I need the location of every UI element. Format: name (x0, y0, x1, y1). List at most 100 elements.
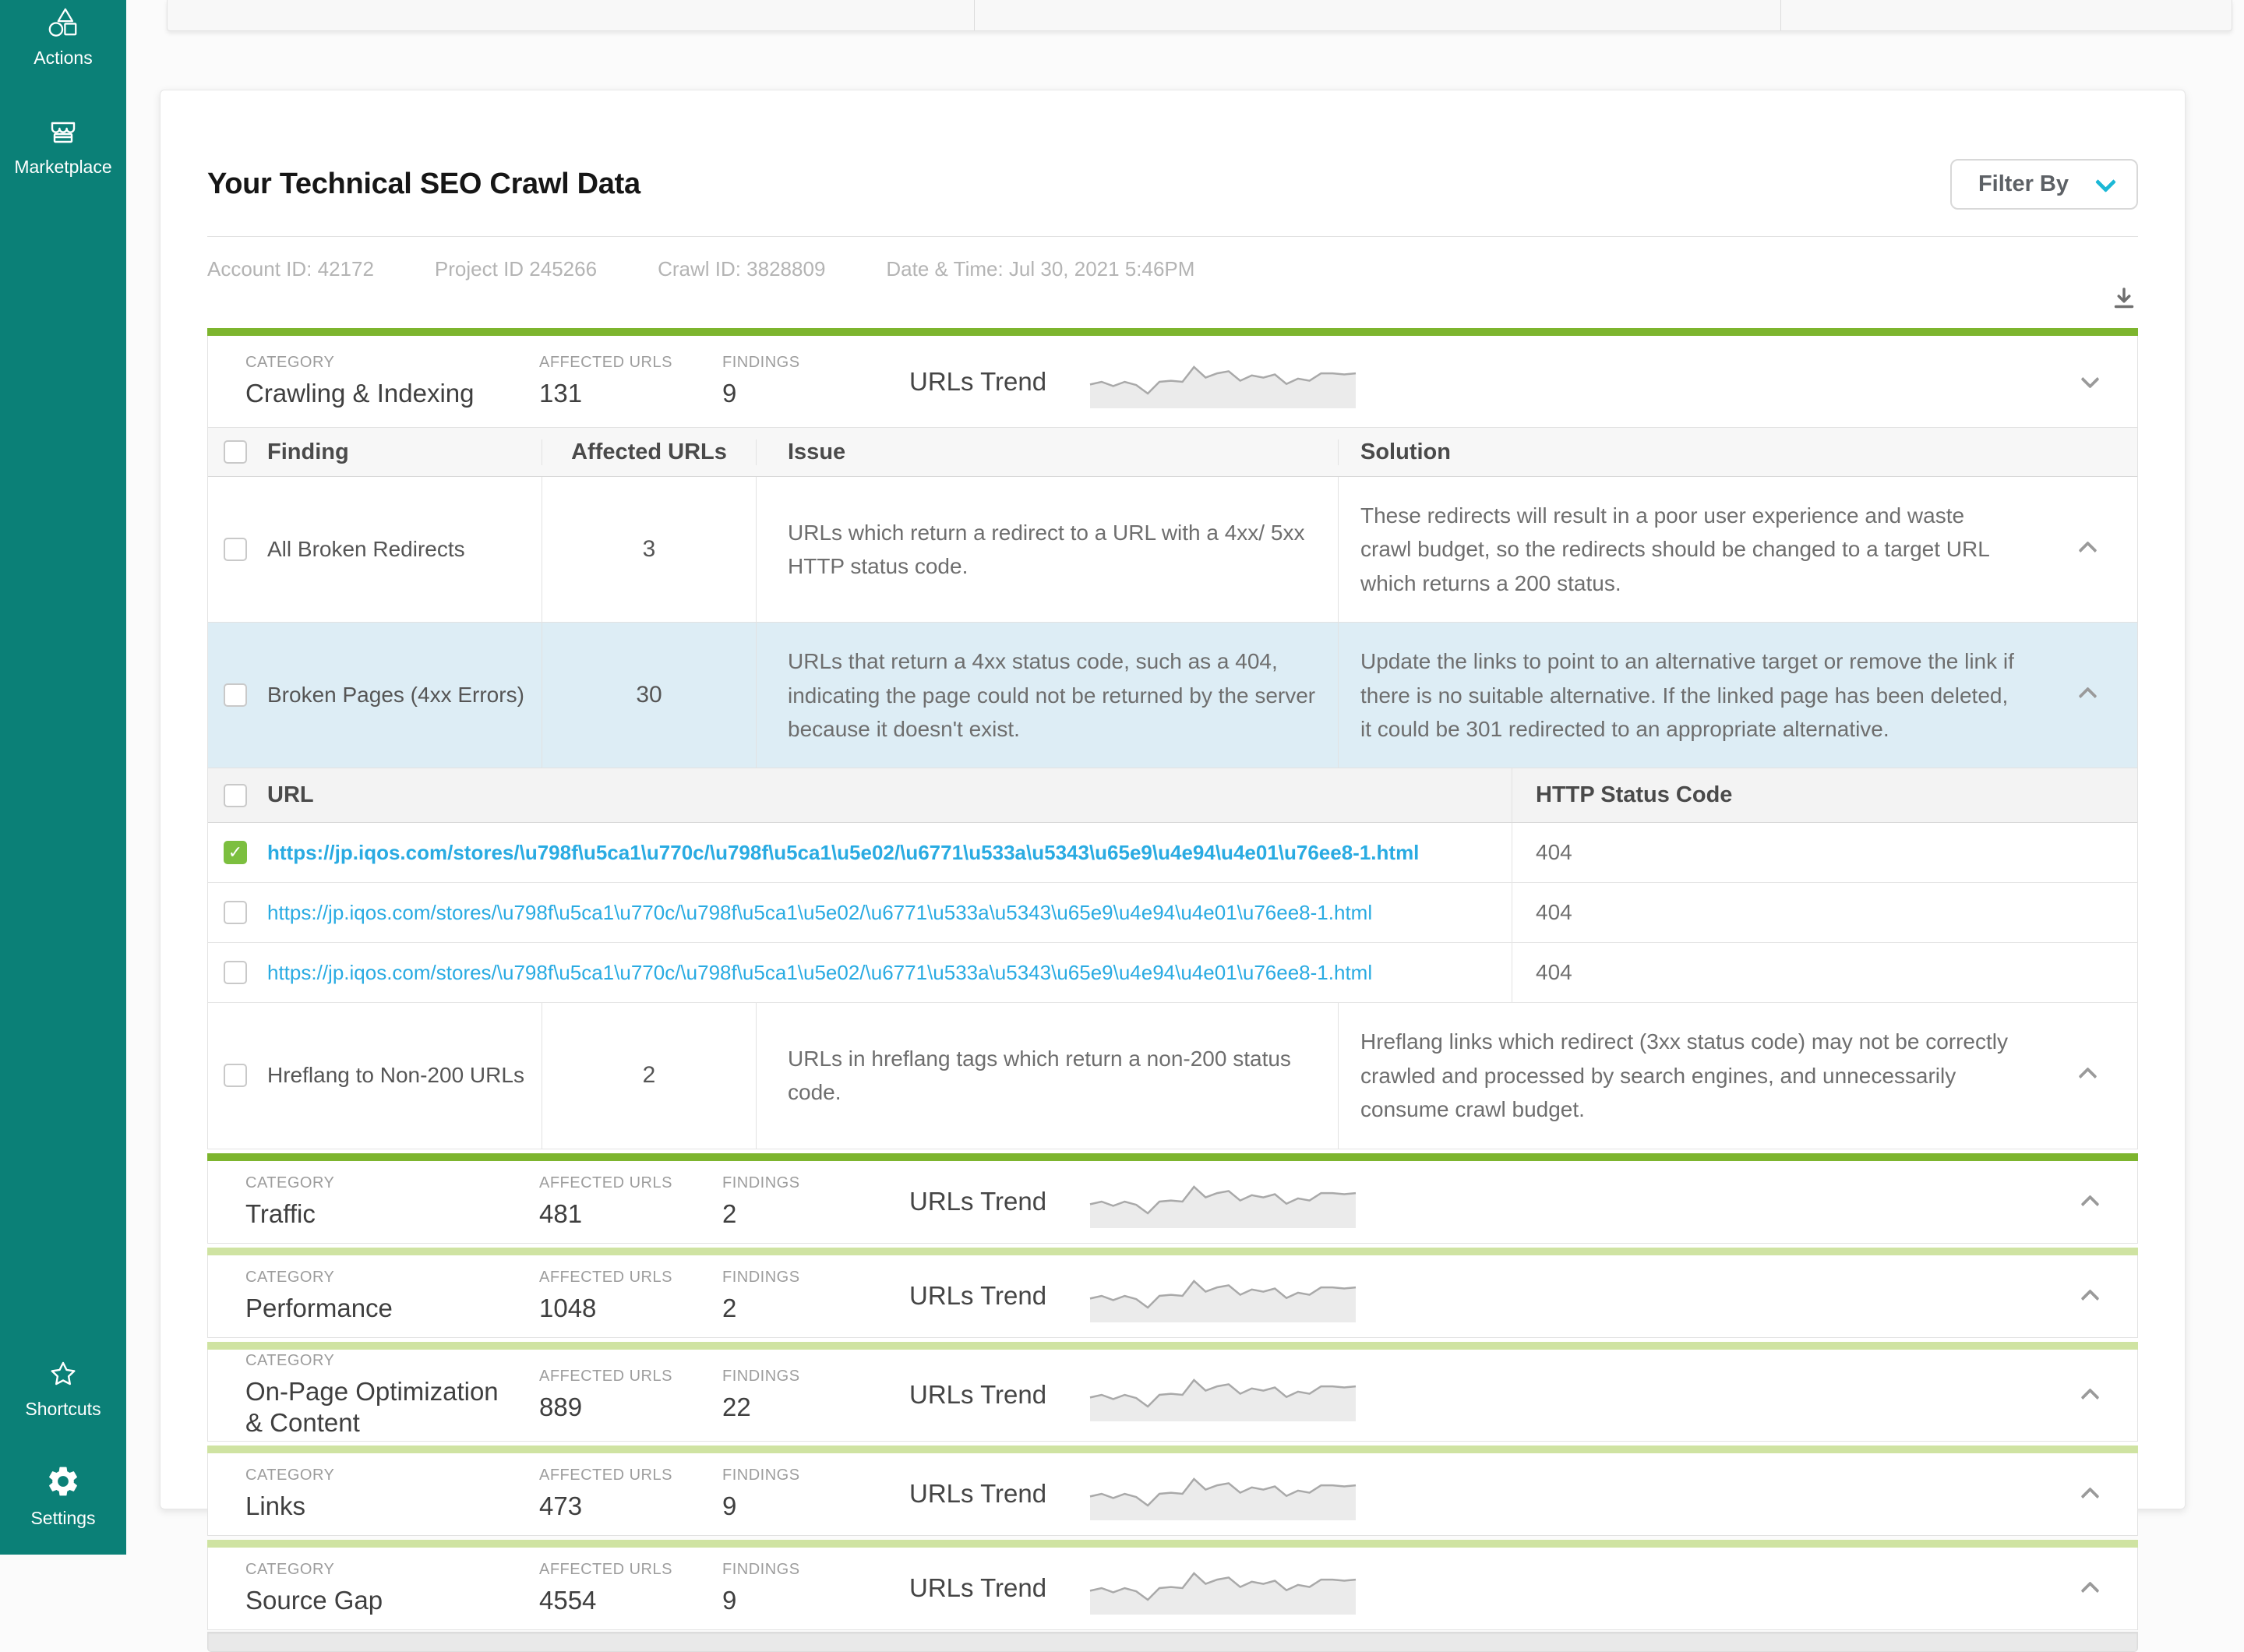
column-header-finding: Finding (267, 439, 349, 465)
sidebar-item-label: Actions (0, 48, 126, 69)
select-all-checkbox[interactable] (224, 440, 247, 464)
category-card-performance: CATEGORY Performance AFFECTED URLS 1048 … (207, 1248, 2138, 1338)
url-link[interactable]: https://jp.iqos.com/stores/\u798f\u5ca1\… (267, 901, 1372, 925)
divider (207, 236, 2138, 237)
category-accent-bar (207, 1540, 2138, 1548)
download-icon (2110, 284, 2138, 312)
finding-row-hreflang-non-200[interactable]: Hreflang to Non-200 URLs 2 URLs in hrefl… (208, 1003, 2137, 1148)
affected-urls-value: 889 (539, 1392, 722, 1423)
url-link[interactable]: https://jp.iqos.com/stores/\u798f\u5ca1\… (267, 841, 1419, 865)
column-header-http-status: HTTP Status Code (1536, 782, 1732, 808)
category-name: Traffic (245, 1198, 514, 1230)
finding-row-broken-pages-4xx[interactable]: Broken Pages (4xx Errors) 30 URLs that r… (208, 623, 2137, 768)
category-header-row[interactable]: CATEGORY Links AFFECTED URLS 473 FINDING… (208, 1453, 2137, 1535)
column-header-affected-urls: Affected URLs (571, 439, 727, 465)
category-name: Crawling & Indexing (245, 378, 514, 409)
chevron-down-icon[interactable] (2080, 370, 2099, 389)
findings-label: FINDINGS (722, 1368, 909, 1385)
url-checkbox[interactable] (224, 961, 247, 984)
sidebar-item-actions[interactable]: Actions (0, 6, 126, 69)
findings-value: 2 (722, 1293, 909, 1324)
sidebar-item-settings[interactable]: Settings (0, 1463, 126, 1529)
url-checkbox[interactable] (224, 901, 247, 924)
download-button[interactable] (2110, 284, 2138, 319)
column-divider (1780, 0, 1781, 30)
category-card-crawling-indexing: CATEGORY Crawling & Indexing AFFECTED UR… (207, 328, 2138, 1149)
chevron-up-icon[interactable] (2078, 687, 2097, 706)
url-row[interactable]: ✓ https://jp.iqos.com/stores/\u798f\u5ca… (208, 823, 2137, 883)
http-status-code: 404 (1536, 960, 1572, 985)
chevron-down-icon (2095, 171, 2116, 192)
issue-text: URLs which return a redirect to a URL wi… (788, 516, 1327, 584)
url-row[interactable]: https://jp.iqos.com/stores/\u798f\u5ca1\… (208, 943, 2137, 1003)
urls-trend-label: URLs Trend (909, 1479, 1088, 1509)
column-header-solution: Solution (1360, 439, 1451, 465)
chevron-up-icon[interactable] (2080, 1581, 2099, 1600)
solution-text: Update the links to point to an alternat… (1360, 644, 2020, 746)
http-status-code: 404 (1536, 840, 1572, 865)
category-header-row[interactable]: CATEGORY Performance AFFECTED URLS 1048 … (208, 1255, 2137, 1337)
chevron-up-icon[interactable] (2080, 1289, 2099, 1308)
filter-by-button[interactable]: Filter By (1950, 159, 2138, 210)
sidebar-item-marketplace[interactable]: Marketplace (0, 114, 126, 178)
affected-urls-value: 473 (539, 1491, 722, 1522)
category-header-row[interactable]: CATEGORY Source Gap AFFECTED URLS 4554 F… (208, 1548, 2137, 1629)
filter-by-label: Filter By (1978, 171, 2069, 197)
findings-value: 9 (722, 1491, 909, 1522)
chevron-up-icon[interactable] (2078, 1068, 2097, 1086)
column-divider (974, 0, 975, 30)
http-status-code: 404 (1536, 900, 1572, 925)
category-name: On-Page Optimization & Content (245, 1376, 514, 1438)
solution-text: These redirects will result in a poor us… (1360, 499, 2020, 600)
row-checkbox[interactable] (224, 538, 247, 561)
chevron-up-icon[interactable] (2080, 1388, 2099, 1407)
affected-urls-value: 481 (539, 1198, 722, 1230)
category-label: CATEGORY (245, 1269, 539, 1287)
affected-urls-label: AFFECTED URLS (539, 1561, 722, 1579)
affected-urls-label: AFFECTED URLS (539, 1269, 722, 1287)
issue-text: URLs in hreflang tags which return a non… (788, 1042, 1332, 1110)
finding-name: Hreflang to Non-200 URLs (267, 1063, 524, 1088)
sidebar-item-label: Shortcuts (0, 1399, 126, 1420)
chevron-up-icon[interactable] (2078, 541, 2097, 559)
category-label: CATEGORY (245, 354, 539, 372)
category-card-links: CATEGORY Links AFFECTED URLS 473 FINDING… (207, 1446, 2138, 1536)
urls-trend-sparkline (1088, 1268, 1357, 1324)
row-checkbox[interactable] (224, 1064, 247, 1087)
finding-row-all-broken-redirects[interactable]: All Broken Redirects 3 URLs which return… (208, 477, 2137, 623)
findings-label: FINDINGS (722, 1174, 909, 1192)
affected-urls-value: 131 (539, 378, 722, 409)
urls-trend-label: URLs Trend (909, 367, 1088, 397)
solution-text: Hreflang links which redirect (3xx statu… (1360, 1025, 2020, 1126)
horizontal-scrollbar[interactable] (207, 1632, 2138, 1652)
finding-name: All Broken Redirects (267, 537, 465, 562)
urls-trend-sparkline (1088, 1466, 1357, 1522)
affected-urls-label: AFFECTED URLS (539, 1174, 722, 1192)
category-header-row[interactable]: CATEGORY Traffic AFFECTED URLS 481 FINDI… (208, 1161, 2137, 1243)
select-all-urls-checkbox[interactable] (224, 784, 247, 807)
finding-name: Broken Pages (4xx Errors) (267, 683, 524, 708)
affected-count: 2 (643, 1062, 656, 1089)
category-name: Links (245, 1491, 514, 1522)
sidebar-item-shortcuts[interactable]: Shortcuts (0, 1357, 126, 1420)
category-label: CATEGORY (245, 1174, 539, 1192)
category-header-row[interactable]: CATEGORY On-Page Optimization & Content … (208, 1350, 2137, 1441)
category-name: Source Gap (245, 1585, 514, 1616)
crawl-id: Crawl ID: 3828809 (658, 257, 825, 281)
affected-count: 30 (636, 682, 662, 708)
urls-trend-sparkline (1088, 1560, 1357, 1616)
findings-label: FINDINGS (722, 1561, 909, 1579)
url-checkbox[interactable]: ✓ (224, 841, 247, 864)
chevron-up-icon[interactable] (2080, 1195, 2099, 1213)
url-link[interactable]: https://jp.iqos.com/stores/\u798f\u5ca1\… (267, 961, 1372, 985)
affected-urls-label: AFFECTED URLS (539, 1368, 722, 1385)
findings-value: 22 (722, 1392, 909, 1423)
category-header-row[interactable]: CATEGORY Crawling & Indexing AFFECTED UR… (208, 336, 2137, 427)
chevron-up-icon[interactable] (2080, 1487, 2099, 1506)
category-label: CATEGORY (245, 1352, 539, 1370)
sidebar-item-label: Marketplace (0, 157, 126, 178)
url-row[interactable]: https://jp.iqos.com/stores/\u798f\u5ca1\… (208, 883, 2137, 943)
urls-trend-sparkline (1088, 354, 1357, 410)
category-label: CATEGORY (245, 1561, 539, 1579)
row-checkbox[interactable] (224, 683, 247, 707)
